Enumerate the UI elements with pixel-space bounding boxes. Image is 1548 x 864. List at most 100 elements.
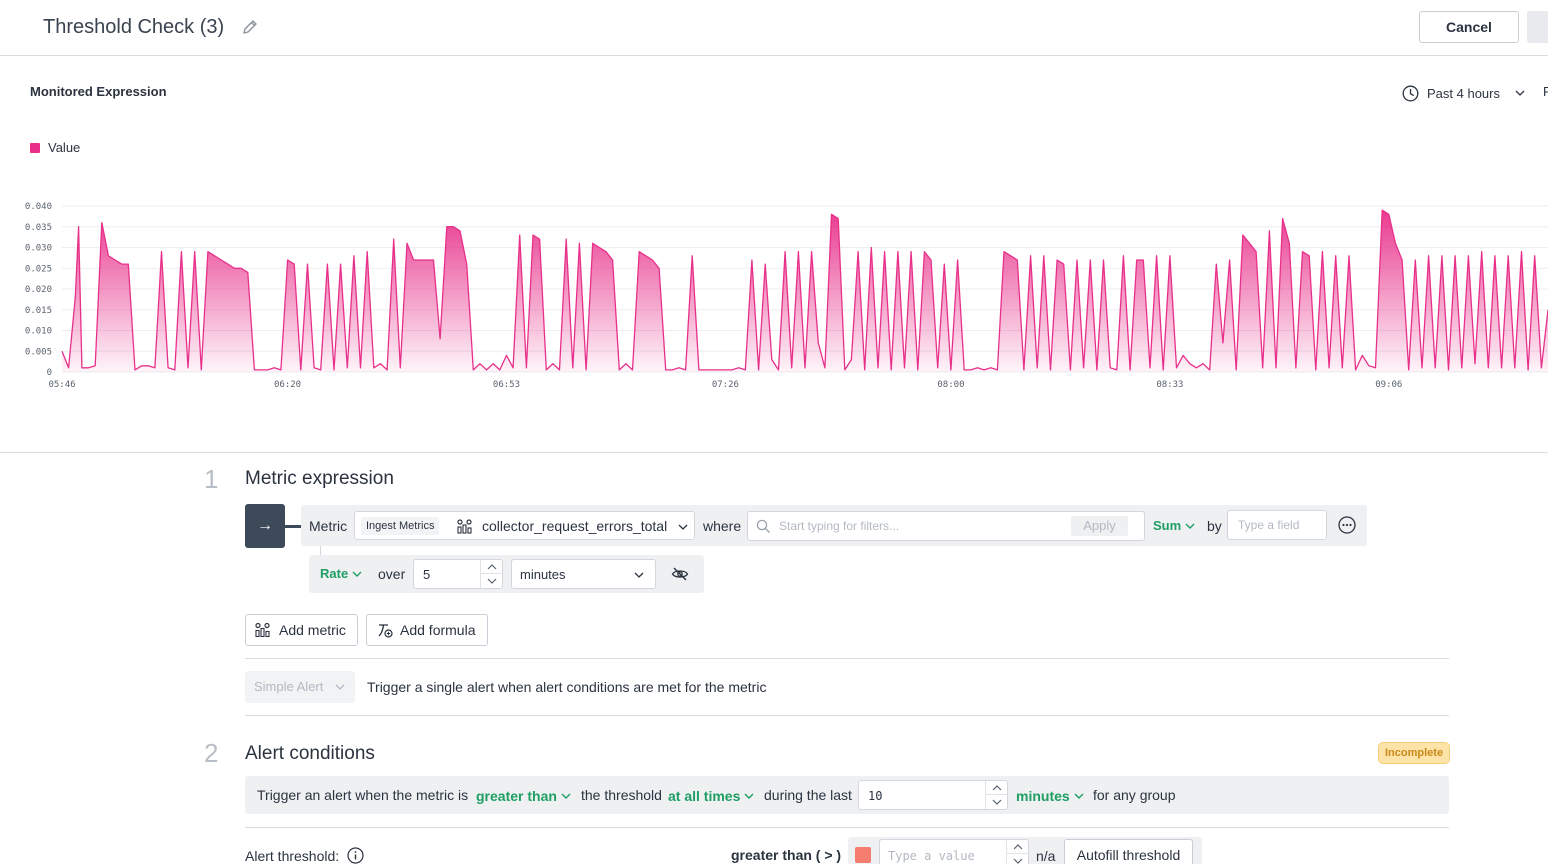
chevron-down-icon <box>352 571 362 577</box>
metric-query-row: Metric Ingest Metrics collector_request_… <box>301 505 1367 546</box>
time-range-selector[interactable]: Past 4 hours <box>1402 83 1526 103</box>
refresh-control[interactable]: F <box>1543 84 1548 99</box>
alert-threshold-text: Alert threshold: <box>245 847 340 864</box>
x-tick-label: 06:20 <box>274 380 301 390</box>
page-title: Threshold Check (3) <box>43 16 225 38</box>
pencil-icon[interactable] <box>240 17 260 37</box>
x-tick-label: 08:00 <box>937 380 964 390</box>
stepper-up-button[interactable] <box>1007 840 1029 854</box>
y-tick-label: 0.010 <box>25 327 52 337</box>
x-tick-label: 07:26 <box>712 380 739 390</box>
save-button[interactable] <box>1527 11 1548 43</box>
source-tag: Ingest Metrics <box>361 517 440 535</box>
chevron-down-icon <box>992 799 1002 805</box>
step-number-2: 2 <box>204 738 219 768</box>
legend-swatch <box>30 142 40 153</box>
duration-unit-select[interactable]: minutes <box>1016 788 1085 804</box>
alert-type-value: Simple Alert <box>254 679 324 694</box>
group-by-input[interactable]: Type a field <box>1227 510 1327 540</box>
duration-input[interactable]: 10 <box>858 780 1008 810</box>
section-title-metric-expression: Metric expression <box>245 468 394 489</box>
threshold-color-swatch[interactable] <box>855 847 871 863</box>
arrow-right-icon: → <box>257 517 273 534</box>
x-tick-label: 05:46 <box>48 380 75 390</box>
stepper-down-button[interactable] <box>1007 854 1029 864</box>
top-bar: Threshold Check (3) Cancel <box>0 0 1548 56</box>
rate-window-input[interactable]: 5 <box>413 559 503 589</box>
add-metric-button[interactable]: Add metric <box>245 614 358 646</box>
eye-off-icon[interactable] <box>671 566 689 582</box>
cancel-button[interactable]: Cancel <box>1419 11 1519 43</box>
rate-function-value: Rate <box>320 566 349 581</box>
y-tick-label: 0.040 <box>25 202 52 212</box>
y-tick-label: 0.015 <box>25 306 52 316</box>
legend-label: Value <box>48 140 81 155</box>
rate-function-select[interactable]: Rate <box>320 566 363 581</box>
chevron-down-icon <box>487 578 497 584</box>
status-badge: Incomplete <box>1378 742 1451 764</box>
section-title-alert-conditions: Alert conditions <box>245 743 375 764</box>
chart-legend: Value <box>30 140 80 155</box>
metric-icon <box>255 622 270 638</box>
comparator-select[interactable]: greater than <box>476 788 572 804</box>
chevron-down-icon <box>744 793 754 799</box>
chart-title: Monitored Expression <box>30 84 167 99</box>
rate-unit-value: minutes <box>520 567 566 582</box>
add-formula-button[interactable]: Add formula <box>366 614 488 646</box>
y-tick-label: 0.035 <box>25 223 52 233</box>
rate-unit-select[interactable]: minutes <box>511 559 656 589</box>
condition-prefix: Trigger an alert when the metric is <box>257 787 469 803</box>
filter-placeholder: Start typing for filters... <box>779 519 900 533</box>
step-number-1: 1 <box>204 464 219 494</box>
chevron-up-icon <box>992 785 1002 791</box>
chevron-down-icon <box>634 572 644 578</box>
rate-window-value: 5 <box>423 567 431 582</box>
metric-name: collector_request_errors_total <box>482 518 668 534</box>
duration-value: 10 <box>868 789 883 803</box>
y-tick-label: 0 <box>47 368 52 378</box>
stepper-up-button[interactable] <box>986 781 1008 795</box>
y-tick-label: 0.025 <box>25 264 52 274</box>
more-options-icon[interactable] <box>1338 516 1356 534</box>
stepper-down-button[interactable] <box>986 795 1008 809</box>
filter-input[interactable]: Start typing for filters... Apply <box>747 511 1145 541</box>
stepper-up-button[interactable] <box>481 560 503 574</box>
frequency-select[interactable]: at all times <box>668 788 755 804</box>
number-stepper <box>1006 840 1029 864</box>
threshold-value-input[interactable]: Type a value <box>879 839 1029 864</box>
expression-toggle-button[interactable]: → <box>245 504 285 548</box>
search-icon <box>756 519 770 533</box>
alert-type-select[interactable]: Simple Alert <box>245 671 355 703</box>
autofill-threshold-button[interactable]: Autofill threshold <box>1064 839 1193 864</box>
alert-threshold-label: Alert threshold: <box>245 847 364 864</box>
where-label: where <box>703 518 742 534</box>
info-icon[interactable] <box>347 847 364 864</box>
chevron-down-icon <box>1013 858 1023 864</box>
chevron-up-icon <box>1013 844 1023 850</box>
threshold-na-label: n/a <box>1036 848 1056 864</box>
metric-select[interactable]: Ingest Metrics collector_request_errors_… <box>354 511 695 540</box>
apply-filter-button[interactable]: Apply <box>1071 516 1128 536</box>
frequency-value: at all times <box>668 788 741 804</box>
chart-divider <box>0 452 1548 453</box>
chevron-down-icon <box>335 684 345 690</box>
chevron-down-icon <box>1185 523 1195 529</box>
formula-icon <box>378 624 393 638</box>
chevron-down-icon <box>678 524 688 530</box>
threshold-placeholder: Type a value <box>888 849 975 863</box>
x-tick-label: 06:53 <box>493 380 520 390</box>
condition-mid: the threshold <box>581 787 662 803</box>
metric-chart: 0 0.005 0.010 0.015 0.020 0.025 0.030 0.035 0.04… <box>25 202 1548 390</box>
x-tick-label: 09:06 <box>1375 380 1402 390</box>
aggregation-select[interactable]: Sum <box>1153 518 1196 533</box>
rate-function-row: Rate over 5 minutes <box>309 555 704 593</box>
stepper-down-button[interactable] <box>481 574 503 588</box>
chevron-up-icon <box>487 564 497 570</box>
aggregation-value: Sum <box>1153 518 1182 533</box>
divider <box>245 827 1449 828</box>
divider <box>245 658 1449 659</box>
metric-icon <box>457 519 472 534</box>
number-stepper <box>985 781 1008 809</box>
chevron-down-icon <box>561 793 571 799</box>
threshold-input-group: Type a value n/a Autofill threshold <box>848 837 1202 864</box>
